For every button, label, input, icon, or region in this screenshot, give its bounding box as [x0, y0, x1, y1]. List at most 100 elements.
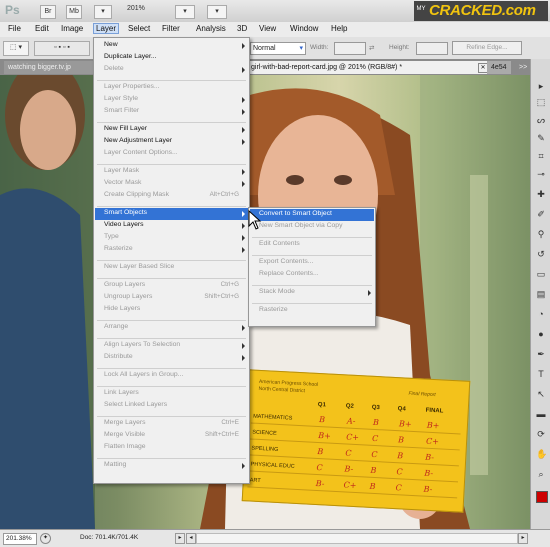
menu-item-stack-mode[interactable]: Stack Mode	[259, 288, 295, 295]
height-field[interactable]	[416, 42, 448, 55]
tab-4e54[interactable]: 4e54	[487, 61, 511, 74]
pen-tool-icon[interactable]: ✒	[536, 349, 546, 359]
mini-bridge-button[interactable]: Mb	[66, 5, 82, 19]
menu-item-matting[interactable]: Matting	[104, 461, 126, 468]
menu-item-type[interactable]: Type	[104, 233, 119, 240]
menu-view[interactable]: View	[259, 24, 276, 33]
menu-item-layer-style[interactable]: Layer Style	[104, 95, 138, 102]
status-zoom[interactable]: 201.38%	[3, 533, 37, 545]
marquee-tool-preset[interactable]: ⬚ ▾	[3, 41, 29, 56]
menu-item-lock-all-layers-in-group[interactable]: Lock All Layers in Group...	[104, 371, 183, 378]
gradient-tool-icon[interactable]: ▤	[536, 289, 546, 299]
menu-item-edit-contents[interactable]: Edit Contents	[259, 240, 300, 247]
menu-item-merge-visible[interactable]: Merge Visible	[104, 431, 145, 438]
menu-item-select-linked-layers[interactable]: Select Linked Layers	[104, 401, 167, 408]
clone-stamp-icon[interactable]: ⚲	[536, 229, 546, 239]
menu-item-create-clipping-mask[interactable]: Create Clipping Mask	[104, 191, 169, 198]
menu-item-new[interactable]: New	[104, 41, 118, 48]
menu-item-new-smart-object-via-copy[interactable]: New Smart Object via Copy	[259, 222, 342, 229]
menu-item-export-contents[interactable]: Export Contents...	[259, 258, 313, 265]
menu-item-arrange[interactable]: Arrange	[104, 323, 128, 330]
menu-item-replace-contents[interactable]: Replace Contents...	[259, 270, 319, 277]
foreground-color-swatch[interactable]	[536, 491, 548, 503]
dodge-tool-icon[interactable]: ●	[536, 329, 546, 339]
menu-item-group-layers[interactable]: Group Layers	[104, 281, 145, 288]
zoom-level[interactable]: 201%	[127, 5, 145, 12]
menu-item-delete[interactable]: Delete	[104, 65, 124, 72]
3d-rotate-icon[interactable]: ⟳	[536, 429, 546, 439]
scroll-right-arrow[interactable]: ▸	[518, 533, 528, 544]
menu-item-distribute[interactable]: Distribute	[104, 353, 133, 360]
menu-analysis[interactable]: Analysis	[196, 24, 226, 33]
menu-item-hide-layers[interactable]: Hide Layers	[104, 305, 140, 312]
menu-image[interactable]: Image	[61, 24, 83, 33]
menu-item-flatten-image[interactable]: Flatten Image	[104, 443, 146, 450]
menu-filter[interactable]: Filter	[162, 24, 180, 33]
scroll-left-arrow[interactable]: ◂	[186, 533, 196, 544]
menu-help[interactable]: Help	[331, 24, 347, 33]
width-label: Width:	[310, 44, 329, 51]
refine-edge-button[interactable]: Refine Edge...	[452, 41, 522, 55]
path-select-icon[interactable]: ↖	[536, 389, 546, 399]
menu-item-new-layer-based-slice[interactable]: New Layer Based Slice	[104, 263, 174, 270]
lasso-tool-icon[interactable]: ᔕ	[536, 115, 546, 125]
menu-item-smart-filter[interactable]: Smart Filter	[104, 107, 139, 114]
submenu-arrow-icon	[242, 235, 245, 241]
eyedropper-tool-icon[interactable]: ⊸	[536, 169, 546, 179]
menu-layer[interactable]: Layer	[93, 23, 120, 34]
menu-item-new-adjustment-layer[interactable]: New Adjustment Layer	[104, 137, 172, 144]
menu-separator	[97, 320, 246, 321]
tab-active-document[interactable]: girl-with-bad-report-card.jpg @ 201% (RG…	[247, 61, 491, 74]
submenu-arrow-icon	[242, 463, 245, 469]
menu-item-rasterize[interactable]: Rasterize	[259, 306, 288, 313]
shape-tool-icon[interactable]: ▬	[536, 409, 546, 419]
menu-file[interactable]: File	[8, 24, 21, 33]
menu-3d[interactable]: 3D	[237, 24, 247, 33]
report-card-grade: C+	[343, 480, 357, 491]
move-tool-icon[interactable]: ▸	[536, 81, 546, 91]
menu-separator	[97, 206, 246, 207]
menu-item-align-layers-to-selection[interactable]: Align Layers To Selection	[104, 341, 180, 348]
menu-item-merge-layers[interactable]: Merge Layers	[104, 419, 146, 426]
blur-tool-icon[interactable]: ◔	[536, 309, 546, 319]
eraser-tool-icon[interactable]: ▭	[536, 269, 546, 279]
zoom-tool-icon[interactable]: ⌕	[536, 469, 546, 479]
type-tool-icon[interactable]: T	[536, 369, 546, 379]
tab-overflow[interactable]: >>	[515, 61, 531, 74]
menu-edit[interactable]: Edit	[35, 24, 49, 33]
menu-window[interactable]: Window	[290, 24, 318, 33]
horizontal-scrollbar[interactable]	[196, 533, 518, 544]
menu-item-duplicate-layer[interactable]: Duplicate Layer...	[104, 53, 157, 60]
menu-item-ungroup-layers[interactable]: Ungroup Layers	[104, 293, 152, 300]
arrange-documents-button[interactable]: ▾	[175, 5, 195, 19]
status-menu-arrow[interactable]: ▸	[175, 533, 185, 544]
view-extras-button[interactable]: ▾	[94, 5, 112, 19]
menu-item-layer-content-options[interactable]: Layer Content Options...	[104, 149, 178, 156]
selection-mode-buttons[interactable]: ▫ ▪ ▫ ▪	[34, 41, 90, 56]
crop-tool-icon[interactable]: ⌗	[536, 151, 546, 161]
menu-item-vector-mask[interactable]: Vector Mask	[104, 179, 141, 186]
bridge-button[interactable]: Br	[40, 5, 56, 19]
menu-select[interactable]: Select	[128, 24, 150, 33]
info-icon[interactable]: ✦	[40, 533, 51, 544]
brush-tool-icon[interactable]: ✐	[536, 209, 546, 219]
menu-item-smart-objects[interactable]: Smart Objects	[104, 209, 147, 216]
healing-brush-icon[interactable]: ✚	[536, 189, 546, 199]
history-brush-icon[interactable]: ↺	[536, 249, 546, 259]
menu-item-new-fill-layer[interactable]: New Fill Layer	[104, 125, 147, 132]
menu-item-layer-mask[interactable]: Layer Mask	[104, 167, 139, 174]
hand-tool-icon[interactable]: ✋	[536, 449, 547, 459]
marquee-tool-icon[interactable]: ⬚	[536, 97, 546, 107]
submenu-arrow-icon	[242, 247, 245, 253]
menu-item-convert-to-smart-object[interactable]: Convert to Smart Object	[259, 210, 332, 217]
screen-mode-button[interactable]: ▾	[207, 5, 227, 19]
menu-item-layer-properties[interactable]: Layer Properties...	[104, 83, 160, 90]
menu-item-rasterize[interactable]: Rasterize	[104, 245, 133, 252]
quick-select-tool-icon[interactable]: ✎	[536, 133, 546, 143]
menu-item-video-layers[interactable]: Video Layers	[104, 221, 144, 228]
swap-icon[interactable]: ⇄	[369, 44, 374, 52]
width-field[interactable]	[334, 42, 366, 55]
style-select[interactable]: Normal ▾	[250, 42, 306, 55]
tab-watching-bigger[interactable]: watching bigger.tv.jp	[4, 61, 98, 74]
menu-item-link-layers[interactable]: Link Layers	[104, 389, 139, 396]
